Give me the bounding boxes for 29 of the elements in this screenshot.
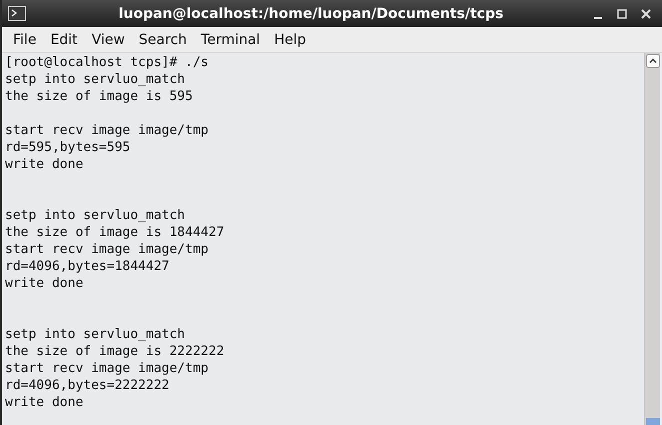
scrollbar[interactable] — [644, 53, 660, 425]
terminal-line: [root@localhost tcps]# ./s — [5, 54, 210, 71]
terminal-line: setp into servluo_match — [5, 71, 186, 88]
terminal-line: the size of image is 2222222 — [5, 343, 226, 360]
terminal-line: start recv image image/tmp — [5, 360, 210, 377]
terminal-line: the size of image is 595 — [5, 88, 194, 105]
terminal-icon — [8, 6, 26, 21]
scroll-thumb[interactable] — [646, 418, 660, 425]
terminal-line: rd=4096,bytes=1844427 — [5, 258, 170, 275]
menu-item[interactable]: Edit — [43, 32, 85, 48]
terminal-line: rd=595,bytes=595 — [5, 139, 132, 156]
maximize-button[interactable] — [616, 8, 628, 20]
terminal-line: write done — [5, 275, 84, 292]
menu-item[interactable]: File — [6, 32, 44, 48]
terminal-line: rd=4096,bytes=2222222 — [5, 377, 170, 394]
terminal-line: write done — [5, 394, 84, 411]
terminal-line: setp into servluo_match — [5, 326, 186, 343]
menu-item[interactable]: View — [84, 32, 132, 48]
close-button[interactable] — [640, 8, 652, 20]
menu-item[interactable]: Search — [132, 32, 194, 48]
window-title: luopan@localhost:/home/luopan/Documents/tcps — [118, 6, 504, 22]
terminal-line: the size of image is 1844427 — [5, 224, 226, 241]
menu-item[interactable]: Terminal — [194, 32, 268, 48]
terminal-line: setp into servluo_match — [5, 207, 186, 224]
terminal-line: start recv image image/tmp — [5, 241, 210, 258]
menu-item[interactable]: Help — [267, 32, 313, 48]
terminal-line: start recv image image/tmp — [5, 122, 210, 139]
scroll-up-button[interactable] — [646, 54, 660, 68]
terminal-line: write done — [5, 156, 84, 173]
